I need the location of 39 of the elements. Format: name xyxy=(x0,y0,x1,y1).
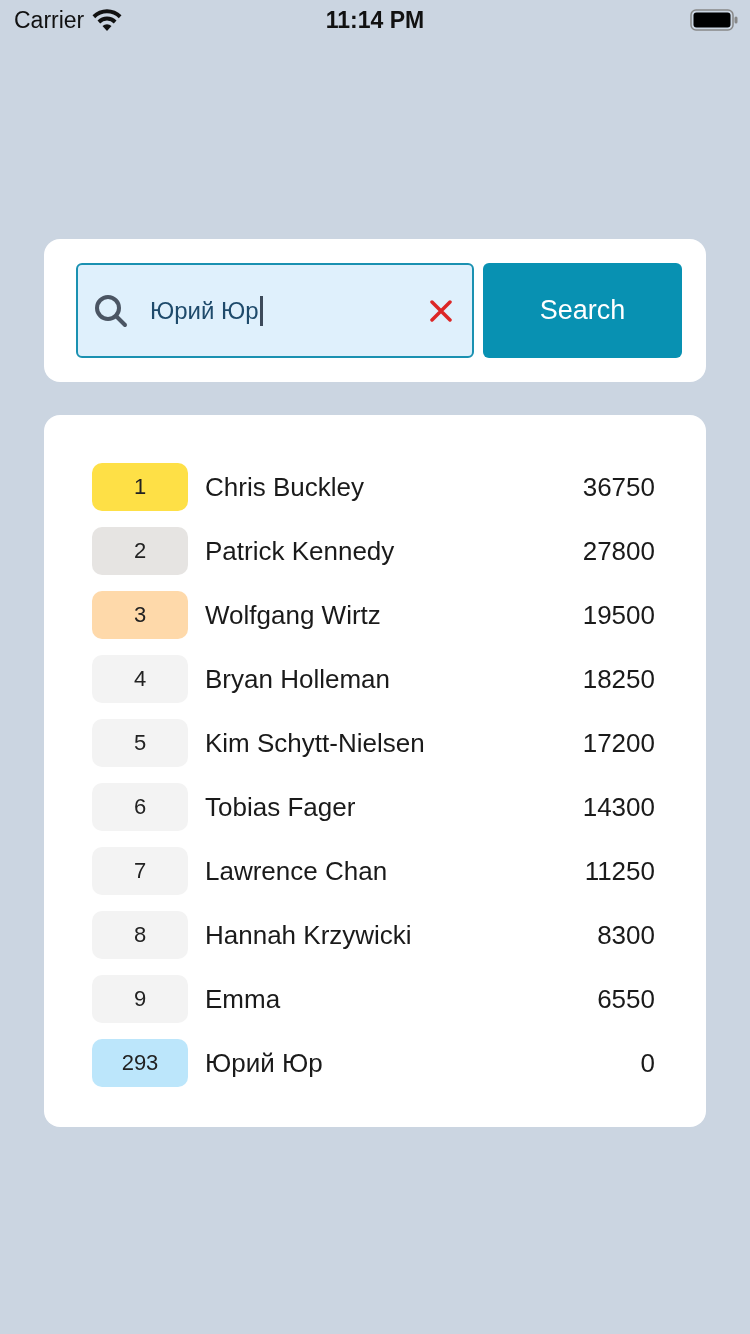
player-name: Patrick Kennedy xyxy=(205,535,396,567)
search-button[interactable]: Search xyxy=(483,263,682,358)
wifi-icon xyxy=(92,9,123,31)
player-score: 11250 xyxy=(584,855,655,887)
player-name: Wolfgang Wirtz xyxy=(205,599,382,631)
clear-icon[interactable] xyxy=(430,299,452,322)
rank-badge: 293 xyxy=(92,1039,188,1087)
player-score: 18250 xyxy=(582,663,655,695)
player-name: Emma xyxy=(205,983,282,1015)
rank-badge: 7 xyxy=(92,847,188,895)
player-name: Chris Buckley xyxy=(205,471,365,503)
player-score: 0 xyxy=(640,1047,655,1079)
player-score: 17200 xyxy=(582,727,655,759)
player-score: 36750 xyxy=(582,471,655,503)
player-name: Kim Schytt-Nielsen xyxy=(205,727,426,759)
rank-badge: 1 xyxy=(92,463,188,511)
player-score: 19500 xyxy=(582,599,655,631)
search-value: Юрий Юр xyxy=(150,296,259,325)
search-icon xyxy=(94,293,128,328)
rank-badge: 9 xyxy=(92,975,188,1023)
player-score: 8300 xyxy=(597,919,655,951)
search-field[interactable]: Юрий Юр xyxy=(76,263,474,358)
status-time: 11:14 PM xyxy=(325,6,425,34)
rank-badge: 8 xyxy=(92,911,188,959)
player-score: 14300 xyxy=(582,791,655,823)
player-name: Hannah Krzywicki xyxy=(205,919,413,951)
rank-badge: 2 xyxy=(92,527,188,575)
carrier-label: Carrier xyxy=(14,6,85,34)
player-score: 6550 xyxy=(597,983,655,1015)
player-name: Tobias Fager xyxy=(205,791,357,823)
player-score: 27800 xyxy=(582,535,655,567)
rank-badge: 6 xyxy=(92,783,188,831)
player-name: Bryan Holleman xyxy=(205,663,391,695)
player-name: Юрий Юр xyxy=(205,1047,324,1079)
rank-badge: 5 xyxy=(92,719,188,767)
rank-badge: 3 xyxy=(92,591,188,639)
rank-badge: 4 xyxy=(92,655,188,703)
player-name: Lawrence Chan xyxy=(205,855,389,887)
battery-icon xyxy=(690,9,738,31)
